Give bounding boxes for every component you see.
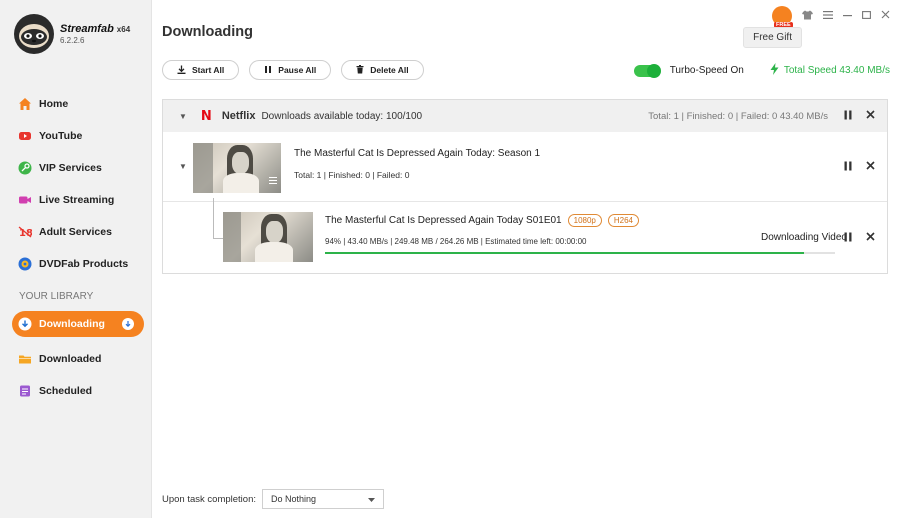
service-name: Netflix (221, 110, 256, 122)
app-version: 6.2.2.6 (60, 35, 85, 45)
total-speed: Total Speed 43.40 MB/s (783, 65, 890, 76)
task-completion-select[interactable]: Do Nothing (262, 489, 384, 509)
library-title: YOUR LIBRARY (19, 291, 94, 302)
camera-icon (17, 192, 33, 208)
episode-title-line: The Masterful Cat Is Depressed Again Tod… (325, 214, 639, 227)
turbo-speed-bar: Turbo-Speed On Total Speed 43.40 MB/s (633, 63, 890, 78)
download-task-panel: ▼ N Netflix Downloads available today: 1… (162, 99, 888, 274)
delete-all-label: Delete All (370, 65, 409, 75)
adult-18-icon: 18 (17, 224, 33, 240)
folder-icon (17, 351, 33, 367)
season-thumbnail (193, 143, 281, 193)
library-item-downloaded[interactable]: Downloaded (12, 343, 144, 375)
sidebar: Streamfab x64 6.2.2.6 Home YouTube VIP Se… (0, 0, 152, 518)
expand-caret-icon[interactable]: ▼ (179, 162, 187, 171)
window-controls: FREE (772, 6, 890, 28)
episode-task-row: The Masterful Cat Is Depressed Again Tod… (163, 198, 887, 272)
calendar-icon (17, 383, 33, 399)
nav-item-dvdfab-products[interactable]: DVDFab Products (12, 248, 144, 280)
pause-season-icon[interactable] (844, 161, 852, 174)
list-icon (269, 171, 277, 189)
start-all-button[interactable]: Start All (162, 60, 240, 80)
free-promo-icon[interactable]: FREE (772, 6, 793, 28)
library-nav: Downloading Downloaded Scheduled (12, 311, 144, 407)
task-completion-bar: Upon task completion: Do Nothing (162, 489, 384, 509)
chevron-down-icon (368, 494, 375, 504)
nav-item-label: VIP Services (39, 162, 102, 174)
nav-item-home[interactable]: Home (12, 88, 144, 120)
youtube-icon (17, 128, 33, 144)
pause-all-label: Pause All (278, 65, 317, 75)
task-completion-value: Do Nothing (271, 494, 317, 504)
start-download-icon (177, 65, 186, 76)
service-availability: Downloads available today: 100/100 (261, 110, 423, 122)
maximize-icon[interactable] (862, 10, 871, 22)
episode-stats: 94% | 43.40 MB/s | 249.48 MB / 264.26 MB… (325, 237, 587, 246)
delete-all-button[interactable]: Delete All (341, 60, 424, 80)
main-nav: Home YouTube VIP Services Live Streaming… (12, 88, 144, 280)
download-icon (17, 316, 33, 332)
close-episode-icon[interactable] (866, 232, 875, 245)
nav-item-vip-services[interactable]: VIP Services (12, 152, 144, 184)
free-gift-button[interactable]: Free Gift (743, 27, 802, 48)
episode-title: The Masterful Cat Is Depressed Again Tod… (325, 215, 562, 226)
episode-progress-fill (325, 252, 805, 254)
nav-item-adult-services[interactable]: 18 Adult Services (12, 216, 144, 248)
nav-item-label: Home (39, 98, 69, 110)
nav-item-label: Live Streaming (39, 194, 115, 206)
turbo-speed-toggle[interactable] (633, 63, 661, 78)
episode-thumbnail (223, 212, 313, 262)
season-task-row: ▼ The Masterful Cat Is Depressed Again T… (163, 132, 887, 202)
pause-service-icon[interactable] (844, 110, 852, 123)
close-season-icon[interactable] (866, 161, 875, 174)
close-service-icon[interactable] (866, 109, 875, 123)
library-item-label: Downloaded (39, 353, 102, 365)
lightning-bolt-icon (770, 63, 779, 78)
library-item-label: Scheduled (39, 385, 93, 397)
resolution-tag: 1080p (567, 214, 602, 227)
home-icon (17, 96, 33, 112)
tree-connector (213, 198, 214, 238)
svg-text:18: 18 (19, 228, 32, 239)
shirt-icon[interactable] (802, 10, 813, 23)
dvdfab-icon (17, 256, 33, 272)
sloth-logo-icon (14, 14, 54, 54)
main-content: Downloading FREE Free Gift Start All Pau… (152, 0, 900, 518)
minimize-icon[interactable] (843, 10, 852, 22)
nav-item-live-streaming[interactable]: Live Streaming (12, 184, 144, 216)
app-name: Streamfab (60, 22, 114, 35)
pause-episode-icon[interactable] (844, 232, 852, 245)
library-item-downloading[interactable]: Downloading (12, 311, 144, 337)
key-icon (17, 160, 33, 176)
service-stats: Total: 1 | Finished: 0 | Failed: 0 43.40… (648, 110, 828, 122)
download-count-badge-icon (122, 318, 134, 330)
tree-connector (213, 238, 223, 239)
nav-item-label: YouTube (39, 130, 83, 142)
episode-progress-bar (325, 252, 835, 254)
pause-icon (264, 65, 272, 76)
nav-item-label: DVDFab Products (39, 258, 129, 270)
season-stats: Total: 1 | Finished: 0 | Failed: 0 (294, 170, 410, 180)
library-item-scheduled[interactable]: Scheduled (12, 375, 144, 407)
app-arch: x64 (116, 24, 131, 34)
nav-item-youtube[interactable]: YouTube (12, 120, 144, 152)
app-logo: Streamfab x64 6.2.2.6 (14, 14, 130, 54)
start-all-label: Start All (192, 65, 225, 75)
service-header: ▼ N Netflix Downloads available today: 1… (163, 100, 887, 132)
episode-status: Downloading Video (761, 232, 847, 243)
turbo-speed-label: Turbo-Speed On (669, 65, 744, 76)
task-completion-label: Upon task completion: (162, 493, 256, 505)
menu-icon[interactable] (823, 10, 833, 22)
netflix-logo-icon: N (200, 108, 212, 124)
nav-item-label: Adult Services (39, 226, 112, 238)
page-title: Downloading (162, 24, 254, 40)
close-icon[interactable] (881, 10, 890, 22)
trash-icon (356, 64, 364, 76)
codec-tag: H264 (607, 214, 639, 227)
download-toolbar: Start All Pause All Delete All (162, 60, 424, 80)
pause-all-button[interactable]: Pause All (249, 60, 332, 80)
library-item-label: Downloading (39, 318, 105, 330)
season-title: The Masterful Cat Is Depressed Again Tod… (294, 148, 541, 159)
collapse-caret-icon[interactable]: ▼ (179, 112, 187, 121)
